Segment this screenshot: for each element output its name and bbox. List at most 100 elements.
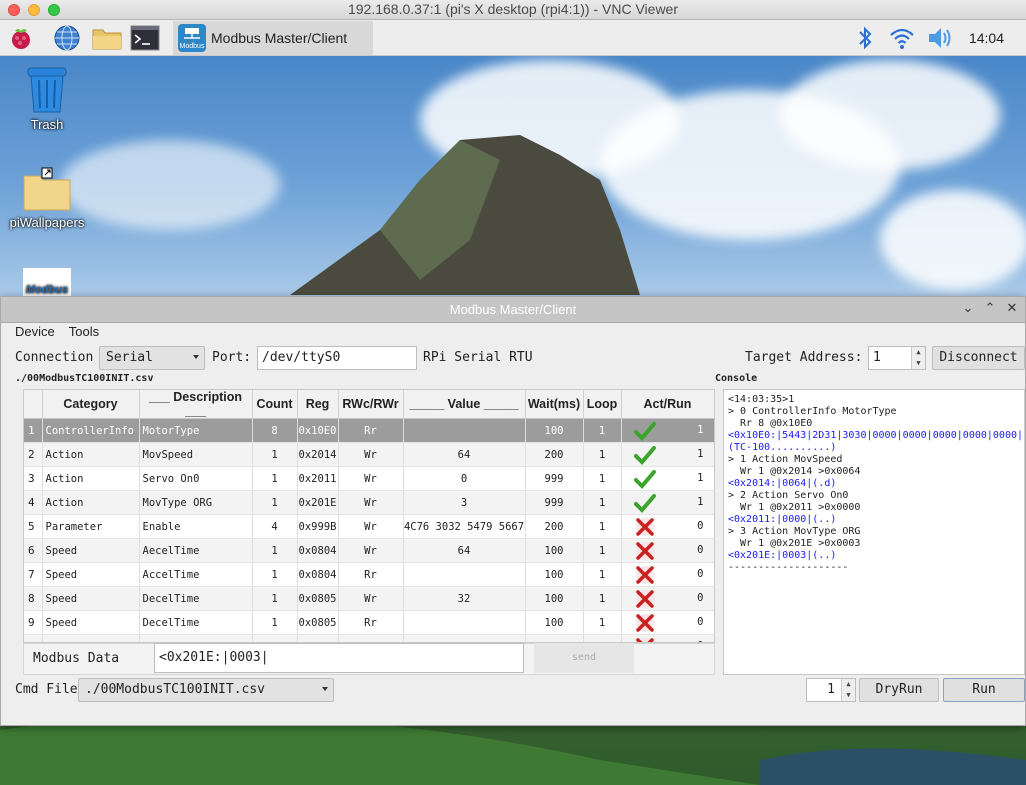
cell-category[interactable]: Speed — [42, 586, 140, 611]
table-row[interactable]: 10ParameterSave10x0999Wr920010 — [24, 634, 714, 642]
column-header-description[interactable]: ___ Description ___ — [139, 390, 253, 419]
send-button[interactable]: send — [534, 643, 634, 673]
cell-category[interactable]: Speed — [42, 538, 140, 563]
cell-act-run[interactable]: 1 — [621, 418, 714, 443]
console-output[interactable]: <14:03:35>1 > 0 ControllerInfo MotorType … — [723, 389, 1025, 675]
cell-category[interactable]: Action — [42, 466, 140, 491]
cell-reg[interactable]: 0x0804 — [297, 538, 339, 563]
cell-value[interactable]: 3 — [403, 490, 526, 515]
cell-description[interactable]: MovType ORG — [139, 490, 253, 515]
disconnect-button[interactable]: Disconnect — [932, 346, 1025, 370]
cell-wait[interactable]: 999 — [525, 490, 584, 515]
cell-category[interactable]: Speed — [42, 610, 140, 635]
cell-loop[interactable]: 1 — [583, 586, 622, 611]
command-table[interactable]: Category ___ Description ___ Count Reg R… — [23, 389, 715, 643]
cell-rw[interactable]: Rr — [338, 418, 404, 443]
cell-category[interactable]: ControllerInfo — [42, 418, 140, 443]
cell-count[interactable]: 1 — [252, 634, 298, 642]
spin-arrows-icon[interactable]: ▲ ▼ — [911, 347, 925, 369]
loop-count-spinbox[interactable]: 1 ▲ ▼ — [806, 678, 856, 702]
cell-loop[interactable]: 1 — [583, 466, 622, 491]
cell-wait[interactable]: 100 — [525, 538, 584, 563]
cell-wait[interactable]: 999 — [525, 466, 584, 491]
cell-count[interactable]: 1 — [252, 442, 298, 467]
desktop-icon-modbus[interactable]: Modbus — [2, 268, 92, 299]
cell-value[interactable]: 4C76 3032 5479 5667 — [403, 514, 526, 539]
cell-reg[interactable]: 0x0804 — [297, 562, 339, 587]
cell-act-run[interactable]: 0 — [621, 610, 714, 635]
app-titlebar[interactable]: Modbus Master/Client ⌄ ⌃ ✕ — [1, 297, 1025, 323]
column-header-reg[interactable]: Reg — [297, 390, 339, 419]
cell-wait[interactable]: 200 — [525, 634, 584, 642]
target-address-spinbox[interactable]: 1 ▲ ▼ — [868, 346, 926, 370]
cell-reg[interactable]: 0x0805 — [297, 610, 339, 635]
cell-act-run[interactable]: 0 — [621, 562, 714, 587]
column-header-loop[interactable]: Loop — [583, 390, 622, 419]
cell-rw[interactable]: Wr — [338, 586, 404, 611]
cell-loop[interactable]: 1 — [583, 418, 622, 443]
cell-loop[interactable]: 1 — [583, 634, 622, 642]
cell-loop[interactable]: 1 — [583, 442, 622, 467]
column-header-act-run[interactable]: Act/Run — [621, 390, 714, 419]
column-header-wait[interactable]: Wait(ms) — [525, 390, 584, 419]
cell-reg[interactable]: 0x2011 — [297, 466, 339, 491]
cell-loop[interactable]: 1 — [583, 610, 622, 635]
cell-act-run[interactable]: 1 — [621, 490, 714, 515]
taskbar-modbus-button[interactable]: Modbus Modbus Master/Client — [173, 21, 373, 55]
cell-count[interactable]: 1 — [252, 586, 298, 611]
cell-count[interactable]: 1 — [252, 538, 298, 563]
desktop-icon-piwallpapers[interactable]: piWallpapers — [2, 166, 92, 230]
cell-act-run[interactable]: 0 — [621, 634, 714, 642]
cell-reg[interactable]: 0x999B — [297, 514, 339, 539]
cell-category[interactable]: Parameter — [42, 634, 140, 642]
cell-category[interactable]: Parameter — [42, 514, 140, 539]
cell-rw[interactable]: Rr — [338, 610, 404, 635]
dryrun-button[interactable]: DryRun — [859, 678, 939, 702]
cell-description[interactable]: DecelTime — [139, 610, 253, 635]
cell-wait[interactable]: 100 — [525, 610, 584, 635]
cell-rw[interactable]: Wr — [338, 466, 404, 491]
cell-value[interactable] — [403, 562, 526, 587]
cell-count[interactable]: 1 — [252, 562, 298, 587]
cell-rw[interactable]: Wr — [338, 538, 404, 563]
table-row[interactable]: 9 Speed DecelTime 1 0x0805 Rr 100 1 0 — [24, 610, 714, 635]
run-button[interactable]: Run — [943, 678, 1025, 702]
table-row[interactable]: 3 Action Servo On0 1 0x2011 Wr 0 999 1 1 — [24, 466, 714, 491]
cell-value[interactable] — [403, 418, 526, 443]
column-header-value[interactable]: _____ Value _____ — [403, 390, 526, 419]
minimize-icon[interactable]: ⌄ — [961, 301, 975, 317]
volume-icon[interactable] — [925, 23, 955, 53]
raspberry-menu-icon[interactable] — [6, 23, 36, 53]
cell-rw[interactable]: Wr — [338, 634, 404, 642]
cell-category[interactable]: Action — [42, 442, 140, 467]
clock[interactable]: 14:04 — [969, 30, 1004, 46]
terminal-icon[interactable] — [130, 23, 160, 53]
cell-value[interactable]: 64 — [403, 538, 526, 563]
cell-reg[interactable]: 0x2014 — [297, 442, 339, 467]
cell-reg[interactable]: 0x201E — [297, 490, 339, 515]
cell-act-run[interactable]: 1 — [621, 466, 714, 491]
table-row[interactable]: 1 ControllerInfo MotorType 8 0x10E0 Rr 100 1 1 — [24, 418, 714, 443]
cell-reg[interactable]: 0x10E0 — [297, 418, 339, 443]
connection-select[interactable]: Serial — [99, 346, 205, 370]
table-row[interactable]: 5 Parameter Enable 4 0x999B Wr 4C76 3032 5479 … — [24, 514, 714, 539]
cell-rw[interactable]: Wr — [338, 490, 404, 515]
cell-description[interactable]: Save — [139, 634, 253, 642]
cell-value[interactable]: 32 — [403, 586, 526, 611]
cell-description[interactable]: AccelTime — [139, 562, 253, 587]
cell-value[interactable]: 64 — [403, 442, 526, 467]
file-manager-icon[interactable] — [90, 23, 124, 53]
cell-loop[interactable]: 1 — [583, 514, 622, 539]
cell-act-run[interactable]: 0 — [621, 514, 714, 539]
cell-description[interactable]: AecelTime — [139, 538, 253, 563]
cell-value[interactable]: 0 — [403, 466, 526, 491]
cell-loop[interactable]: 1 — [583, 490, 622, 515]
table-row[interactable]: 2 Action MovSpeed 1 0x2014 Wr 64 200 1 1 — [24, 442, 714, 467]
cell-wait[interactable]: 200 — [525, 442, 584, 467]
web-browser-icon[interactable] — [52, 23, 82, 53]
cell-description[interactable]: MotorType — [139, 418, 253, 443]
cell-wait[interactable]: 200 — [525, 514, 584, 539]
cell-wait[interactable]: 100 — [525, 562, 584, 587]
cmd-file-select[interactable]: ./00ModbusTC100INIT.csv — [78, 678, 334, 702]
maximize-icon[interactable]: ⌃ — [983, 301, 997, 317]
